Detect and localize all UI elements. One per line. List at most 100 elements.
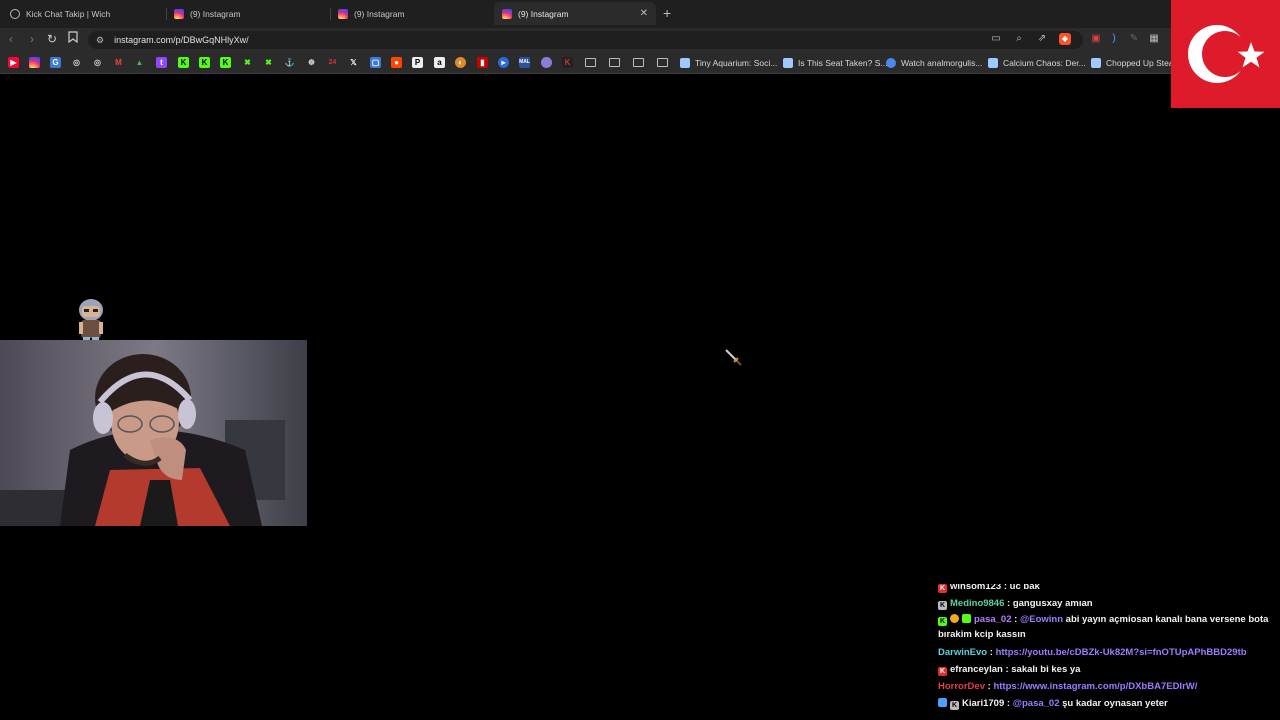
chat-link[interactable]: https://www.instagram.com/p/DXbBA7EDIrW/ [993,681,1197,692]
x-icon[interactable]: 𝕏 [348,57,359,68]
chat-message: HorrorDev : https://www.instagram.com/p/… [938,681,1198,692]
anchor-icon[interactable]: ⚓ [284,57,295,68]
bookmark-label: Watch analmorgulis... [901,58,983,68]
chat-username: Kiari1709 [962,698,1005,709]
address-bar[interactable]: ⚙ instagram.com/p/DBwGqNHlyXw/ [88,31,1083,49]
extension-icon[interactable]: P [412,57,423,68]
cast-icon[interactable]: ▭ [990,33,1002,45]
extension-icon[interactable]: ✎ [1128,33,1140,45]
kick-icon[interactable]: K [220,57,231,68]
bookmark-icon[interactable] [68,31,78,46]
badge-icon: K [938,601,947,610]
steam-icon [1091,58,1101,68]
chat-overlay: Kwinsom123 : üc bak K Medino9846 : gangus… [938,584,1274,720]
bookmark-chopped-up[interactable]: Chopped Up Steam [1091,56,1181,70]
back-button[interactable]: ‹ [9,32,13,46]
extension-icon[interactable]: ▮ [477,57,488,68]
share-icon[interactable]: ⇗ [1036,33,1048,45]
reload-button[interactable]: ↻ [47,32,57,46]
folder-icon[interactable] [633,58,644,67]
mal-icon[interactable]: MAL [519,57,530,68]
chat-username: DarwinEvo [938,647,988,658]
kick-icon[interactable]: K [178,57,189,68]
bookmarks-bar: ▶ G ◎ ◎ M ▲ t K K K ✖ ✖ ⚓ ☸ 24 𝕏 ▢ ● P a… [0,52,1280,74]
url-text: instagram.com/p/DBwGqNHlyXw/ [114,35,249,45]
chat-link[interactable]: https://youtu.be/cDBZk-Uk82M?si=fnOTUpAP… [996,647,1247,658]
extension-icon[interactable]: ◐ [455,57,466,68]
video-icon [886,58,896,68]
bookmark-label: Is This Seat Taken? S... [798,58,888,68]
reddit-icon[interactable]: ● [391,57,402,68]
new-tab-button[interactable]: + [663,5,671,21]
close-tab-icon[interactable]: ✕ [640,8,648,19]
extension-icon[interactable] [541,57,552,68]
turkish-flag [1171,0,1280,108]
tab-label: (9) Instagram [518,8,569,19]
tab-instagram-active[interactable]: (9) Instagram ✕ [494,2,656,25]
twitch-icon[interactable]: t [156,57,167,68]
chat-username: pasa_02 [974,614,1012,625]
tab-instagram-1[interactable]: (9) Instagram [166,2,326,25]
folder-icon[interactable] [609,58,620,67]
instagram-icon[interactable] [29,57,40,68]
chat-text: : sakalı bi kes ya [1005,664,1081,675]
globe-icon[interactable]: ◎ [71,57,82,68]
chat-username: Medino9846 [950,598,1005,609]
kick-icon[interactable]: K [199,57,210,68]
folder-icon[interactable] [657,58,668,67]
webcam-feed [0,340,307,526]
bookmark-label: Calcium Chaos: Der... [1003,58,1086,68]
extension-icon[interactable]: ▢ [370,57,381,68]
badge-icon: K [938,584,947,593]
toolbar: ‹ › ↻ ⚙ instagram.com/p/DBwGqNHlyXw/ ▭ ⌕… [0,28,1280,52]
tab-strip: Kick Chat Takip | Wich (9) Instagram (9)… [0,0,1280,28]
amazon-icon[interactable]: a [434,57,445,68]
zoom-icon[interactable]: ⌕ [1013,33,1025,45]
youtube-icon[interactable]: ▶ [8,57,19,68]
chat-message: DarwinEvo : https://youtu.be/cDBZk-Uk82M… [938,647,1247,658]
globe-icon[interactable]: ◎ [92,57,103,68]
instagram-icon [338,8,348,19]
extension-icon[interactable]: ☸ [306,57,317,68]
folder-icon[interactable] [585,58,596,67]
chat-message: Kpasa_02 : @Eowinn abi yayın açmiosan ka… [938,614,1269,640]
chat-username: winsom123 [950,584,1002,592]
extension-icon[interactable]: ) [1108,33,1120,45]
steam-icon [988,58,998,68]
chat-message: Kefranceylan : sakalı bi kes ya [938,661,1274,678]
chat-message: Kwinsom123 : üc bak [938,584,1274,595]
screen: Kick Chat Takip | Wich (9) Instagram (9)… [0,0,1280,720]
chat-mention[interactable]: @Eowinn [1020,614,1063,625]
kick-icon[interactable]: ✖ [242,57,253,68]
instagram-icon [174,8,184,19]
chat-mention[interactable]: @pasa_02 [1013,698,1060,709]
chat-text: şu kadar oynasan yeter [1059,698,1168,709]
extension-icon[interactable]: 24 [327,57,338,68]
extension-icon[interactable]: ▦ [1148,33,1160,45]
kick-badge-icon: K [938,617,947,626]
kick-icon[interactable]: ✖ [263,57,274,68]
translate-icon[interactable]: G [50,57,61,68]
badge-icon [950,614,959,623]
site-settings-icon[interactable]: ⚙ [96,35,104,46]
steam-icon [783,58,793,68]
globe-icon [10,8,20,19]
bookmark-tiny-aquarium[interactable]: Tiny Aquarium: Soci... [680,56,777,70]
badge-icon [938,698,947,707]
tab-kick-chat[interactable]: Kick Chat Takip | Wich [2,2,162,25]
forward-button[interactable]: › [30,32,34,46]
extension-icon[interactable]: ▣ [1090,33,1102,45]
bookmark-analmorgulis[interactable]: Watch analmorgulis... [886,56,982,70]
instagram-icon [502,8,512,19]
drive-icon[interactable]: ▲ [134,57,145,68]
play-icon[interactable]: ▸ [498,57,509,68]
tab-instagram-2[interactable]: (9) Instagram [330,2,490,25]
brave-shields-icon[interactable]: ◆ [1059,33,1071,45]
chat-text: : gangusxay amıan [1007,598,1093,609]
extension-icon[interactable]: K [562,57,573,68]
sword-cursor-icon [724,348,742,366]
gmail-icon[interactable]: M [113,57,124,68]
bookmark-seat-taken[interactable]: Is This Seat Taken? S... [783,56,887,70]
bookmark-calcium-chaos[interactable]: Calcium Chaos: Der... [988,56,1086,70]
badge-icon [962,614,971,623]
